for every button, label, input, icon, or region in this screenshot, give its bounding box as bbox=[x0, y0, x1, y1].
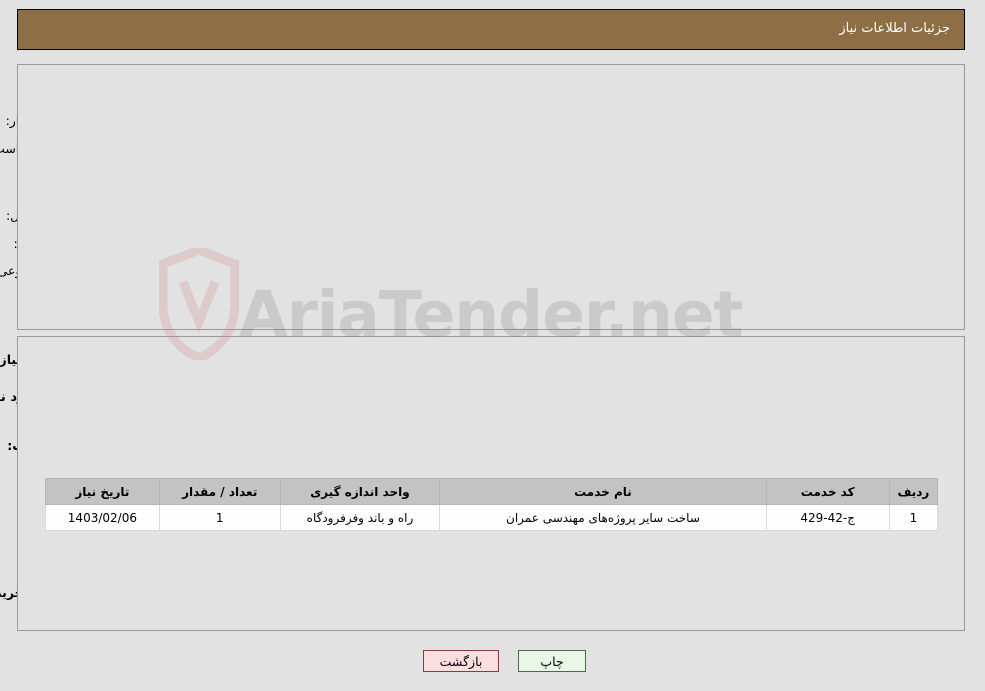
table-header-row: ردیف کد خدمت نام خدمت واحد اندازه گیری ت… bbox=[46, 478, 940, 505]
page-header-bar: جزئیات اطلاعات نیاز bbox=[18, 9, 966, 50]
th-quantity: تعداد / مقدار bbox=[159, 478, 282, 505]
print-button[interactable]: چاپ bbox=[519, 650, 587, 672]
table-row[interactable]: 1 ج-42-429 ساخت سایر پروژه‌های مهندسی عم… bbox=[46, 504, 940, 531]
cell-service-name: ساخت سایر پروژه‌های مهندسی عمران bbox=[440, 504, 768, 531]
cell-need-date: 1403/02/06 bbox=[46, 504, 161, 531]
page-title: جزئیات اطلاعات نیاز bbox=[840, 21, 951, 36]
cell-service-code: ج-42-429 bbox=[766, 504, 891, 531]
th-service-name: نام خدمت bbox=[440, 478, 768, 505]
need-summary-panel bbox=[18, 64, 966, 330]
cell-quantity: 1 bbox=[159, 504, 282, 531]
th-row-index: ردیف bbox=[889, 478, 940, 505]
th-service-code: کد خدمت bbox=[766, 478, 891, 505]
cell-row-index: 1 bbox=[889, 504, 940, 531]
cell-unit: راه و باند وفرفرودگاه bbox=[280, 504, 442, 531]
th-need-date: تاریخ نیاز bbox=[46, 478, 161, 505]
th-unit: واحد اندازه گیری bbox=[280, 478, 442, 505]
services-table: ردیف کد خدمت نام خدمت واحد اندازه گیری ت… bbox=[46, 478, 940, 531]
back-button[interactable]: بازگشت bbox=[424, 650, 500, 672]
